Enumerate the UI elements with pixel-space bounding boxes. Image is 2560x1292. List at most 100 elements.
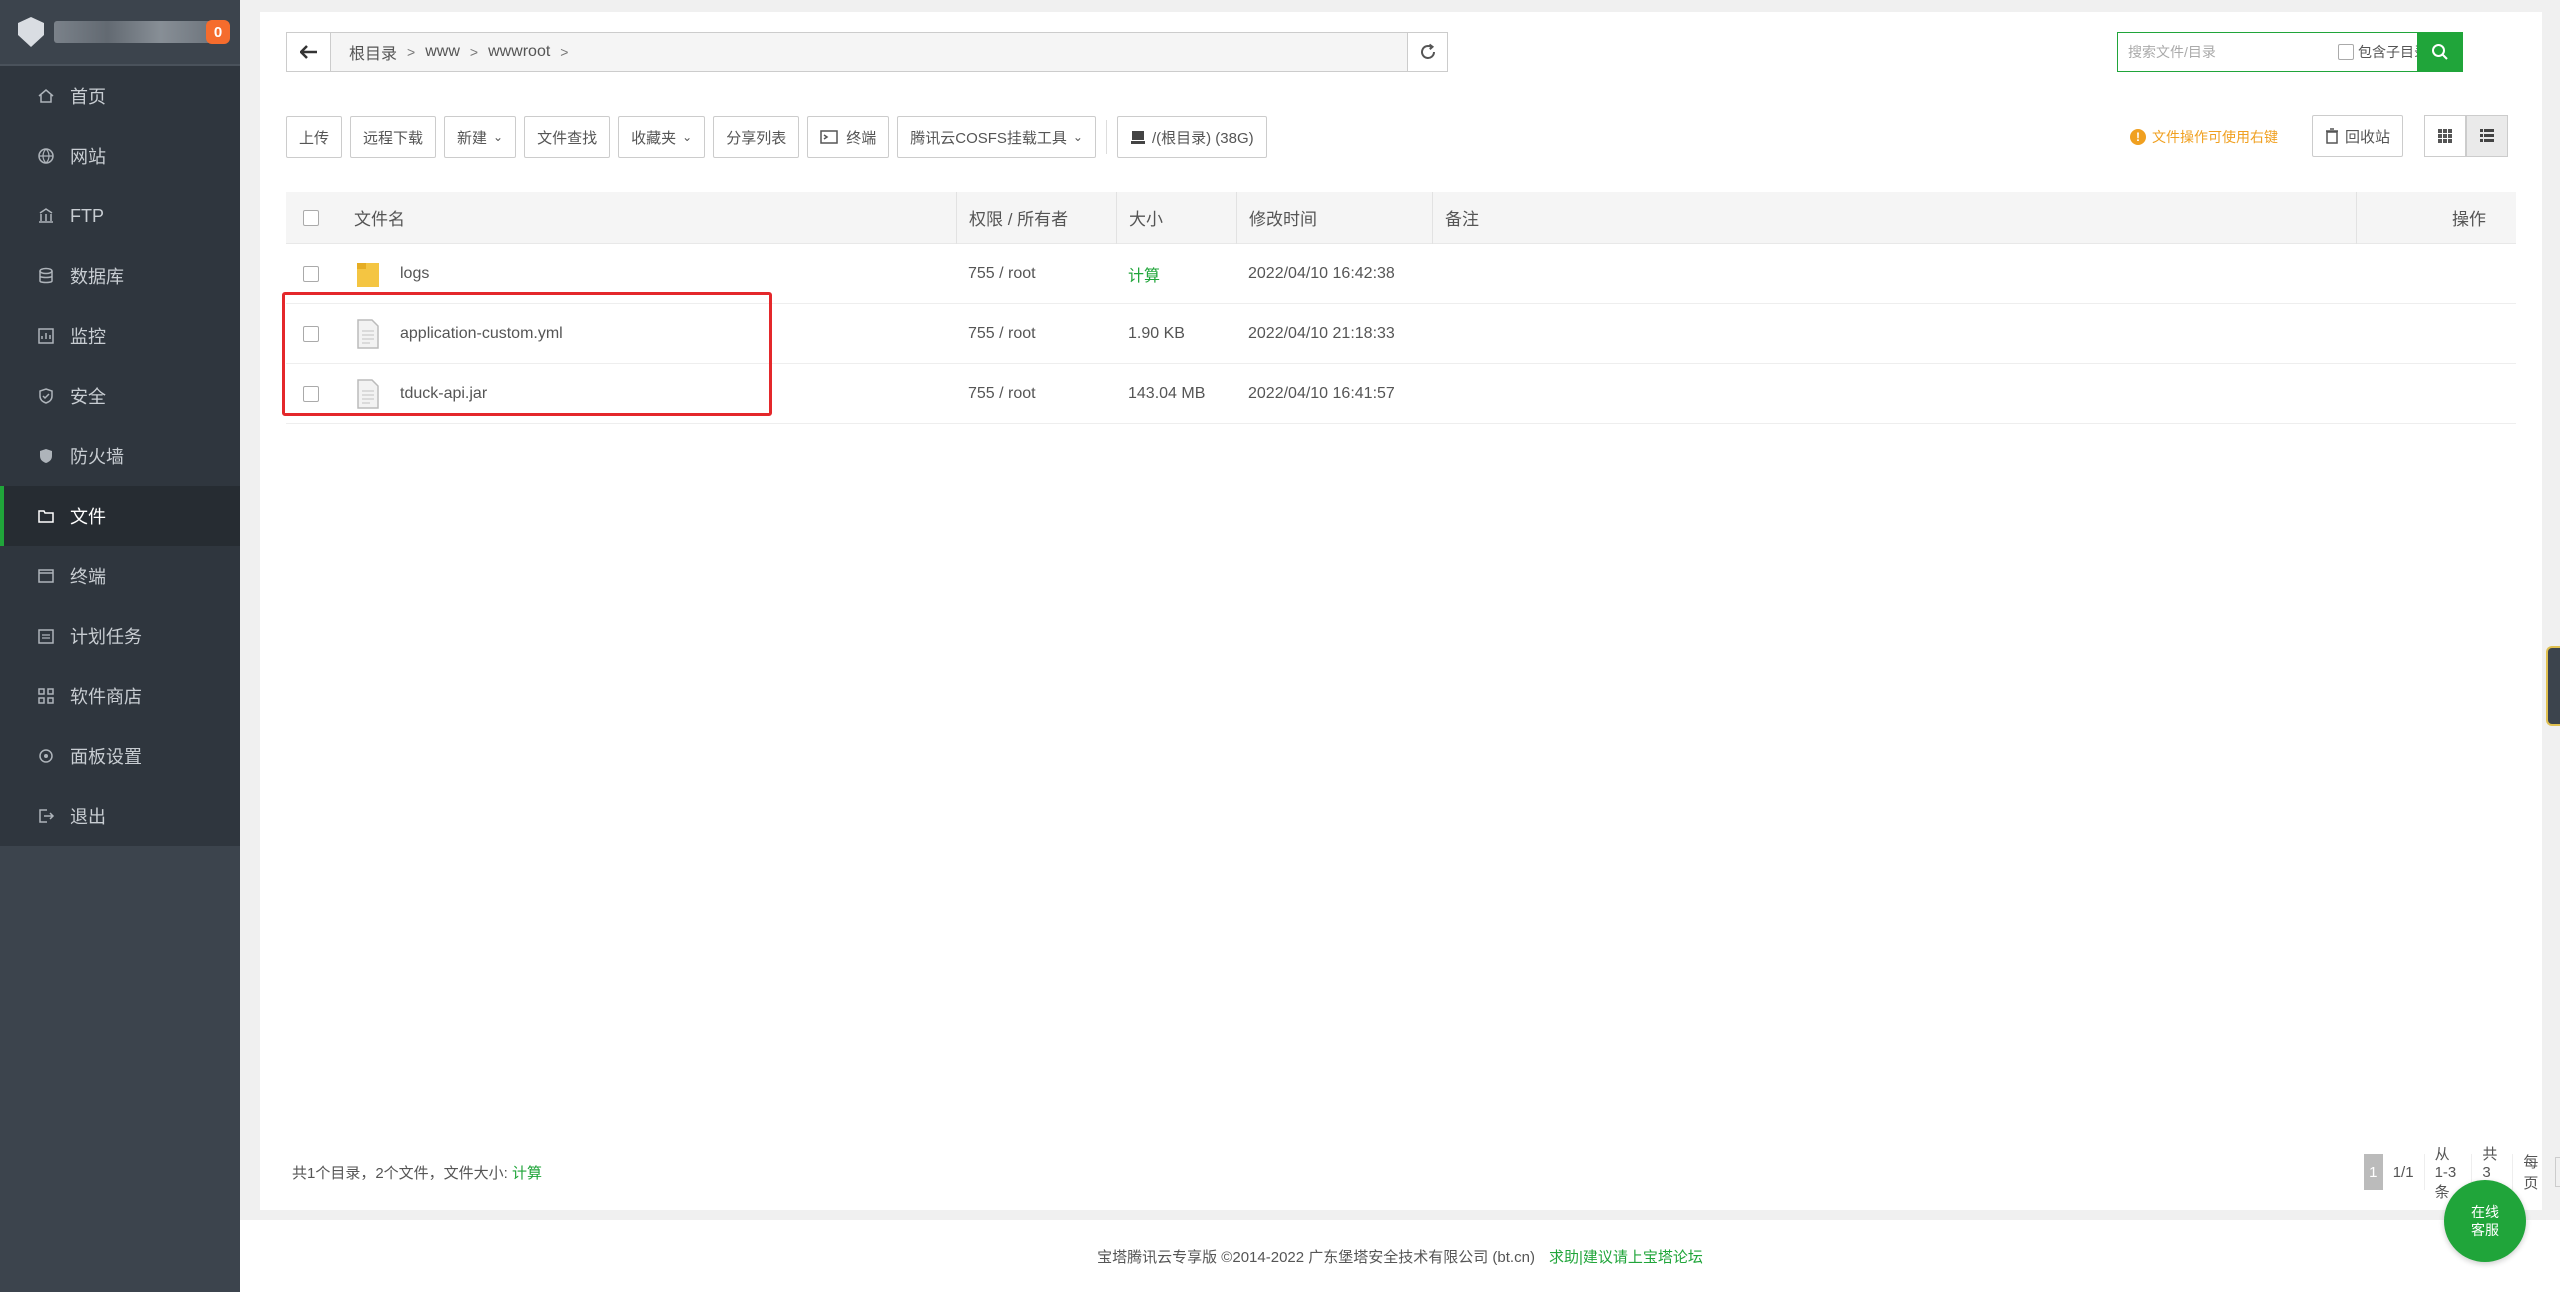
table-row[interactable]: tduck-api.jar 755 / root 143.04 MB 2022/04/… bbox=[286, 364, 2516, 424]
terminal-button[interactable]: 终端 bbox=[807, 116, 890, 158]
file-perm[interactable]: 755 / root bbox=[956, 265, 1116, 283]
file-name[interactable]: tduck-api.jar bbox=[400, 385, 487, 403]
online-support-button[interactable]: 在线 客服 bbox=[2444, 1180, 2526, 1262]
header-mtime[interactable]: 修改时间 bbox=[1236, 191, 1432, 244]
share-list-button[interactable]: 分享列表 bbox=[713, 116, 800, 158]
new-dropdown[interactable]: 新建 ⌄ bbox=[444, 116, 517, 158]
back-button[interactable] bbox=[287, 33, 331, 71]
folder-icon bbox=[36, 506, 56, 526]
table-row[interactable]: logs 755 / root 计算 2022/04/10 16:42:38 bbox=[286, 244, 2516, 304]
breadcrumb-item[interactable]: 根目录 bbox=[343, 40, 403, 64]
chevron-right-icon: > bbox=[469, 44, 479, 60]
firewall-icon bbox=[36, 446, 56, 466]
file-mtime: 2022/04/10 16:41:57 bbox=[1248, 384, 1395, 402]
file-name[interactable]: logs bbox=[400, 265, 429, 283]
copyright-text: 宝塔腾讯云专享版 ©2014-2022 广东堡塔安全技术有限公司 (bt.cn) bbox=[1097, 1248, 1535, 1266]
forum-link[interactable]: 求助|建议请上宝塔论坛 bbox=[1549, 1246, 1703, 1267]
table-header: 文件名 权限 / 所有者 大小 修改时间 备注 操作 bbox=[286, 191, 2516, 244]
cosfs-dropdown[interactable]: 腾讯云COSFS挂载工具 ⌄ bbox=[897, 116, 1096, 158]
page-current[interactable]: 1 bbox=[2364, 1154, 2383, 1190]
chevron-down-icon: ⌄ bbox=[682, 130, 693, 144]
page-count: 1/1 bbox=[2383, 1154, 2425, 1190]
chevron-down-icon: ⌄ bbox=[1072, 130, 1083, 144]
logout-icon bbox=[36, 806, 56, 826]
upload-button[interactable]: 上传 bbox=[286, 116, 343, 158]
sidebar-item-shield[interactable]: 安全 bbox=[0, 366, 240, 426]
favorites-dropdown[interactable]: 收藏夹 ⌄ bbox=[618, 116, 706, 158]
sidebar-item-label: 文件 bbox=[70, 507, 106, 527]
sidebar-item-label: 安全 bbox=[70, 387, 106, 407]
file-perm[interactable]: 755 / root bbox=[956, 325, 1116, 343]
sidebar-item-calendar[interactable]: 计划任务 bbox=[0, 606, 240, 666]
breadcrumb-item[interactable]: wwwroot bbox=[482, 43, 556, 61]
breadcrumb: 根目录 > www > wwwroot > bbox=[331, 33, 1407, 71]
arrow-left-icon bbox=[299, 45, 317, 59]
disk-button[interactable]: /(根目录) (38G) bbox=[1116, 116, 1267, 158]
refresh-button[interactable] bbox=[1407, 33, 1447, 71]
calc-size-link[interactable]: 计算 bbox=[1116, 262, 1236, 286]
row-checkbox[interactable] bbox=[303, 385, 319, 402]
row-checkbox[interactable] bbox=[303, 325, 319, 342]
search-button[interactable] bbox=[2417, 32, 2463, 72]
per-page-select[interactable]: 100 ▼ bbox=[2554, 1157, 2560, 1187]
sidebar-header: 0 bbox=[0, 0, 240, 64]
file-mtime: 2022/04/10 21:18:33 bbox=[1248, 324, 1395, 342]
list-icon bbox=[2480, 129, 2494, 142]
select-all-checkbox[interactable] bbox=[303, 209, 319, 226]
settings-icon bbox=[36, 746, 56, 766]
file-table: 文件名 权限 / 所有者 大小 修改时间 备注 操作 logs 755 / roo… bbox=[286, 191, 2516, 424]
sidebar-item-settings[interactable]: 面板设置 bbox=[0, 726, 240, 786]
header-size[interactable]: 大小 bbox=[1116, 191, 1236, 244]
sidebar-item-home[interactable]: 首页 bbox=[0, 66, 240, 126]
chevron-down-icon: ⌄ bbox=[493, 130, 504, 144]
sidebar-item-firewall[interactable]: 防火墙 bbox=[0, 426, 240, 486]
page-footer: 宝塔腾讯云专享版 ©2014-2022 广东堡塔安全技术有限公司 (bt.cn)… bbox=[240, 1220, 2560, 1292]
row-checkbox[interactable] bbox=[303, 265, 319, 282]
breadcrumb-item[interactable]: www bbox=[419, 43, 466, 61]
logo-icon bbox=[18, 17, 44, 47]
sidebar-item-label: 网站 bbox=[70, 147, 106, 167]
terminal-icon bbox=[820, 130, 838, 144]
sidebar-item-database[interactable]: 数据库 bbox=[0, 246, 240, 306]
sidebar-item-globe[interactable]: 网站 bbox=[0, 126, 240, 186]
header-name[interactable]: 文件名 bbox=[336, 205, 956, 230]
directory-summary: 共1个目录，2个文件，文件大小: 计算 bbox=[292, 1162, 542, 1183]
calendar-icon bbox=[36, 626, 56, 646]
new-label: 新建 bbox=[457, 129, 488, 147]
terminal-label: 终端 bbox=[846, 129, 877, 147]
calc-size-link[interactable]: 计算 bbox=[512, 1165, 542, 1182]
include-subdir-option[interactable]: 包含子目录 bbox=[2338, 42, 2428, 62]
file-search-button[interactable]: 文件查找 bbox=[524, 116, 611, 158]
cosfs-label: 腾讯云COSFS挂载工具 bbox=[910, 129, 1067, 147]
include-subdir-checkbox[interactable] bbox=[2338, 44, 2354, 60]
side-drawer-handle[interactable] bbox=[2546, 646, 2560, 726]
header-perm[interactable]: 权限 / 所有者 bbox=[956, 191, 1116, 244]
sidebar-item-apps[interactable]: 软件商店 bbox=[0, 666, 240, 726]
sidebar-item-folder[interactable]: 文件 bbox=[0, 486, 240, 546]
shield-icon bbox=[36, 386, 56, 406]
monitor-icon bbox=[36, 326, 56, 346]
search-input[interactable] bbox=[2118, 34, 2338, 70]
sidebar-item-ftp[interactable]: FTP bbox=[0, 186, 240, 246]
table-row[interactable]: application-custom.yml 755 / root 1.90 KB 2… bbox=[286, 304, 2516, 364]
sidebar-item-label: 计划任务 bbox=[70, 627, 142, 647]
sidebar-item-terminal[interactable]: 终端 bbox=[0, 546, 240, 606]
sidebar-item-label: 软件商店 bbox=[70, 687, 142, 707]
sidebar-item-label: 数据库 bbox=[70, 267, 124, 287]
remote-download-button[interactable]: 远程下载 bbox=[350, 116, 437, 158]
recycle-bin-button[interactable]: 回收站 bbox=[2312, 115, 2404, 157]
home-icon bbox=[36, 86, 56, 106]
chat-label-2: 客服 bbox=[2471, 1222, 2499, 1238]
chevron-right-icon: > bbox=[407, 44, 416, 60]
grid-view-button[interactable] bbox=[2424, 115, 2466, 157]
sidebar-menu: 首页网站 FTP 数据库监控安全防火墙文件终端计划任务软件商店面板设置 退出 bbox=[0, 64, 240, 846]
sidebar-item-monitor[interactable]: 监控 bbox=[0, 306, 240, 366]
file-size: 143.04 MB bbox=[1128, 384, 1206, 402]
file-name[interactable]: application-custom.yml bbox=[400, 325, 563, 343]
file-perm[interactable]: 755 / root bbox=[956, 385, 1116, 403]
globe-icon bbox=[36, 146, 56, 166]
sidebar-item-logout[interactable]: 退出 bbox=[0, 786, 240, 846]
path-bar: 根目录 > www > wwwroot > bbox=[286, 32, 1448, 72]
list-view-button[interactable] bbox=[2466, 115, 2508, 157]
notification-badge[interactable]: 0 bbox=[206, 20, 230, 44]
